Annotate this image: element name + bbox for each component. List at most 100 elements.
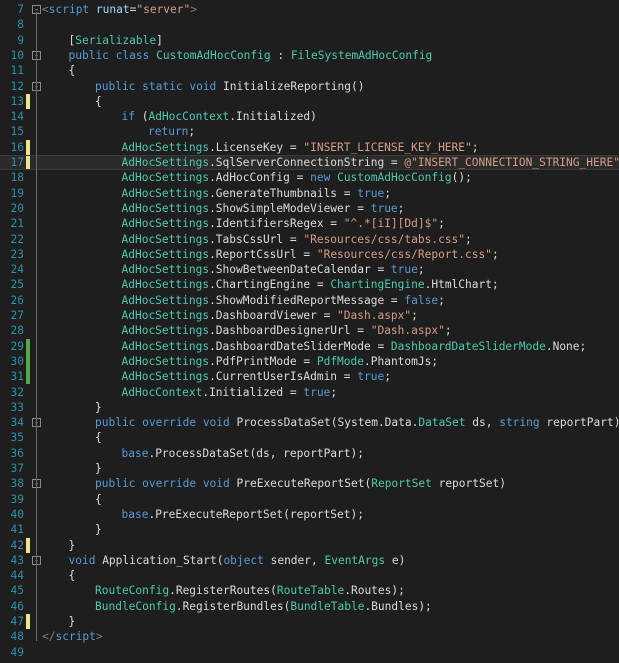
line-number: 18 xyxy=(10,171,24,185)
code-token: .Routes); xyxy=(344,584,405,598)
code-line[interactable]: 34-public override void ProcessDataSet(S… xyxy=(0,415,619,430)
code-line[interactable]: 12-public static void InitializeReportin… xyxy=(0,79,619,94)
code-token: e) xyxy=(385,553,406,567)
code-line[interactable]: 43-void Application_Start(object sender,… xyxy=(0,553,619,568)
code-line[interactable]: 30 AdHocSettings.PdfPrintMode = PdfMode.P… xyxy=(0,353,619,369)
code-token: ds, xyxy=(465,416,500,430)
line-number: 21 xyxy=(10,217,24,231)
line-number: 10 xyxy=(10,48,24,62)
code-token: ; xyxy=(491,247,499,261)
code-line[interactable]: 45 RouteConfig.RegisterRoutes(RouteTable.… xyxy=(0,583,619,598)
code-line[interactable]: 8 xyxy=(0,17,619,32)
line-number: 46 xyxy=(10,599,24,613)
code-line[interactable]: 19 AdHocSettings.GenerateThumbnails = tru… xyxy=(0,186,619,201)
code-token: ; xyxy=(411,309,418,322)
code-text: AdHocSettings.CurrentUserIsAdmin = true; xyxy=(122,369,391,384)
line-number: 35 xyxy=(10,431,24,445)
code-line[interactable]: 18 AdHocSettings.AdHocConfig = new Custom… xyxy=(0,170,619,185)
code-line[interactable]: 16 AdHocSettings.LicenseKey = "INSERT_LIC… xyxy=(0,139,619,155)
outline-guide xyxy=(36,12,37,642)
code-line[interactable]: 23 AdHocSettings.ReportCssUrl = "Resource… xyxy=(0,247,619,262)
code-token: DataSet xyxy=(418,416,466,430)
code-text: AdHocSettings.DashboardDesignerUrl = "Da… xyxy=(122,323,452,338)
code-line[interactable]: 37} xyxy=(0,461,619,476)
code-text: AdHocSettings.TabsCssUrl = "Resources/cs… xyxy=(122,232,472,247)
code-line[interactable]: 32 AdHocContext.Initialized = true; xyxy=(0,385,619,400)
code-line[interactable]: 9 [Serializable] xyxy=(0,33,619,48)
code-line[interactable]: 26 AdHocSettings.ShowModifiedReportMessag… xyxy=(0,293,619,308)
code-line[interactable]: 27 AdHocSettings.DashboardViewer = "Dash.… xyxy=(0,308,619,323)
code-text: base.PreExecuteReportSet(reportSet); xyxy=(122,507,365,522)
code-line[interactable]: 40 base.PreExecuteReportSet(reportSet); xyxy=(0,507,619,522)
line-number: 16 xyxy=(10,140,24,154)
code-line[interactable]: 35 { xyxy=(0,430,619,445)
code-token: InitializeReporting() xyxy=(216,79,365,93)
code-line[interactable]: 22 AdHocSettings.TabsCssUrl = "Resources/… xyxy=(0,232,619,247)
code-token: ; xyxy=(438,293,445,307)
code-token: EventArgs xyxy=(324,553,386,567)
code-text: AdHocSettings.ShowBetweenDateCalendar = … xyxy=(122,262,425,277)
code-token: .PhantomJs; xyxy=(364,354,439,368)
line-number: 44 xyxy=(10,569,24,583)
code-line[interactable]: 44 { xyxy=(0,568,619,583)
code-text: AdHocSettings.ShowSimpleModeViewer = tru… xyxy=(122,201,405,216)
code-token: false xyxy=(404,293,439,307)
code-token: AdHocContext xyxy=(121,385,203,399)
code-line[interactable]: 36 base.ProcessDataSet(ds, reportPart); xyxy=(0,446,619,461)
code-line[interactable]: 11 { xyxy=(0,63,619,78)
line-number: 45 xyxy=(10,584,24,598)
code-text: { xyxy=(69,63,76,78)
code-token: ] xyxy=(156,33,163,47)
code-text: AdHocSettings.DashboardViewer = "Dash.as… xyxy=(122,308,418,323)
code-token: BundleTable xyxy=(290,599,365,613)
code-token: AdHocSettings xyxy=(121,217,210,231)
code-token: : xyxy=(270,48,291,62)
code-token: public xyxy=(68,48,109,62)
line-number: 25 xyxy=(10,278,24,292)
code-token: .ReportCssUrl = xyxy=(209,247,317,261)
code-token: .HtmlChart; xyxy=(424,278,499,292)
line-number: 31 xyxy=(10,370,24,384)
code-line[interactable]: 13 { xyxy=(0,93,619,109)
code-token: "Dash.aspx" xyxy=(337,309,412,322)
code-line[interactable]: 33} xyxy=(0,400,619,415)
code-line[interactable]: 24 AdHocSettings.ShowBetweenDateCalendar … xyxy=(0,262,619,277)
code-line[interactable]: 21 AdHocSettings.IdentifiersRegex = "^.*[… xyxy=(0,216,619,231)
code-line[interactable]: 20 AdHocSettings.ShowSimpleModeViewer = t… xyxy=(0,201,619,216)
code-line[interactable]: 7- <script runat="server"> xyxy=(0,2,619,17)
code-line[interactable]: 38-public override void PreExecuteReport… xyxy=(0,476,619,491)
code-line[interactable]: 14 if (AdHocContext.Initialized) xyxy=(0,109,619,124)
code-token: .None; xyxy=(545,339,587,353)
code-line[interactable]: 15 return; xyxy=(0,124,619,139)
code-text: return; xyxy=(148,124,195,139)
code-line[interactable]: 17 AdHocSettings.SqlServerConnectionStrin… xyxy=(0,155,619,170)
code-line[interactable]: 28 AdHocSettings.DashboardDesignerUrl = "… xyxy=(0,323,619,338)
code-token: class xyxy=(115,48,150,62)
code-token: ChartingEngine xyxy=(330,278,425,292)
code-line[interactable]: 48 </script> xyxy=(0,629,619,644)
code-line[interactable]: 49 xyxy=(0,645,619,660)
code-line[interactable]: 10-public class CustomAdHocConfig : File… xyxy=(0,48,619,63)
code-token: ; xyxy=(471,140,479,154)
code-line[interactable]: 31 AdHocSettings.CurrentUserIsAdmin = tru… xyxy=(0,369,619,385)
code-token: .GenerateThumbnails = xyxy=(209,186,358,200)
code-token: .ShowModifiedReportMessage = xyxy=(209,293,405,307)
code-line[interactable]: 39 { xyxy=(0,492,619,507)
code-token: .ShowBetweenDateCalendar = xyxy=(209,263,391,277)
code-line[interactable]: 29 AdHocSettings.DashboardDateSliderMode … xyxy=(0,338,619,354)
code-token: AdHocSettings xyxy=(121,324,210,338)
code-line[interactable]: 46 BundleConfig.RegisterBundles(BundleTab… xyxy=(0,599,619,614)
code-line[interactable]: 25 AdHocSettings.ChartingEngine = Chartin… xyxy=(0,277,619,292)
code-text: AdHocSettings.SqlServerConnectionString … xyxy=(122,156,619,169)
code-line[interactable]: 47} xyxy=(0,614,619,629)
line-number: 7 xyxy=(17,3,24,16)
code-editor[interactable]: 7- <script runat="server"> 8 9 [Serializable… xyxy=(0,0,619,663)
code-line[interactable]: 42} xyxy=(0,537,619,553)
code-line[interactable]: 41} xyxy=(0,522,619,537)
code-token: .PdfPrintMode = xyxy=(209,354,317,368)
code-text: } xyxy=(69,614,76,629)
code-token: reportSet) xyxy=(431,477,506,491)
code-token: { xyxy=(95,492,102,506)
code-token: true xyxy=(370,201,398,215)
